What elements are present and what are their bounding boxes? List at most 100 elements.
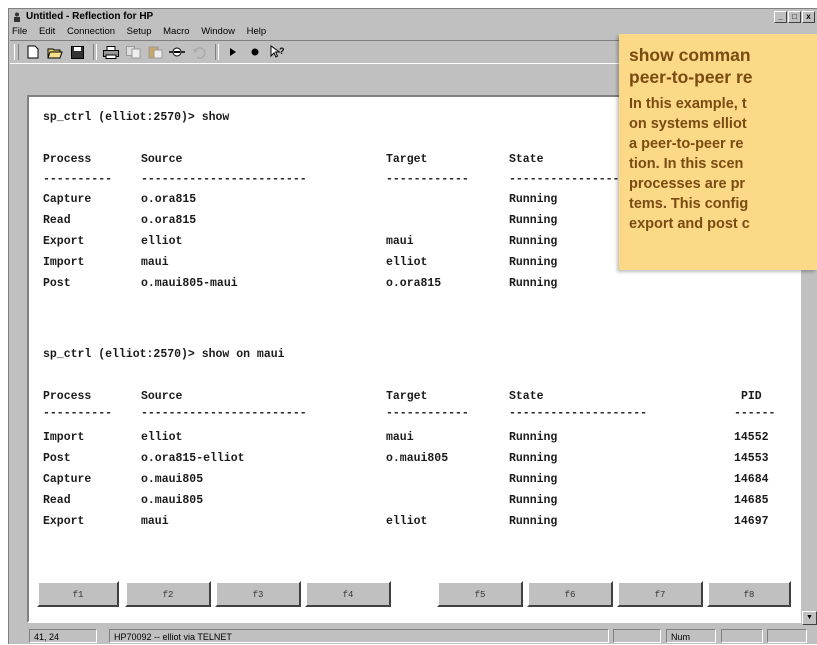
table-row-state: Running xyxy=(509,473,558,486)
header-pid: PID xyxy=(741,390,762,403)
table-row-pid: 14684 xyxy=(734,473,769,486)
f4-key[interactable]: f4 xyxy=(305,581,391,607)
table-row-state: Running xyxy=(509,277,558,290)
f6-key[interactable]: f6 xyxy=(527,581,613,607)
dash-source: ------------------------ xyxy=(141,173,307,186)
table-row-state: Running xyxy=(509,214,558,227)
toolbar-grip[interactable] xyxy=(14,44,19,60)
table-row-process: Post xyxy=(43,452,71,465)
record-icon[interactable] xyxy=(245,42,265,62)
table-row-source: maui xyxy=(141,256,169,269)
table-row-target: o.maui805 xyxy=(386,452,449,465)
dash-target: ------------ xyxy=(386,173,469,186)
connection-status: HP70092 -- elliot via TELNET xyxy=(109,629,609,643)
callout-note: show comman peer-to-peer re In this exam… xyxy=(619,34,817,270)
menu-window[interactable]: Window xyxy=(201,26,235,37)
callout-body-line: on systems elliot xyxy=(629,116,747,132)
header-source: Source xyxy=(141,390,183,403)
table-row-process: Capture xyxy=(43,193,92,206)
menu-setup[interactable]: Setup xyxy=(127,26,152,37)
terminal-prompt: sp_ctrl (elliot:2570)> show xyxy=(43,111,230,124)
toolbar-separator xyxy=(93,44,97,60)
table-row-state: Running xyxy=(509,431,558,444)
header-state: State xyxy=(509,390,544,403)
table-row-pid: 14697 xyxy=(734,515,769,528)
table-row-pid: 14552 xyxy=(734,431,769,444)
paste-icon[interactable] xyxy=(145,42,165,62)
num-lock-indicator: Num xyxy=(666,629,716,643)
f1-key[interactable]: f1 xyxy=(37,581,119,607)
menu-connection[interactable]: Connection xyxy=(67,26,115,37)
callout-body-line: In this example, t xyxy=(629,96,747,112)
close-button[interactable]: x xyxy=(802,11,815,23)
table-row-state: Running xyxy=(509,515,558,528)
table-row-pid: 14553 xyxy=(734,452,769,465)
status-bar: 41, 24 HP70092 -- elliot via TELNET Num xyxy=(9,628,817,645)
terminal-prompt: sp_ctrl (elliot:2570)> show on maui xyxy=(43,348,285,361)
dash-target: ------------ xyxy=(386,407,469,420)
callout-title: show comman peer-to-peer re xyxy=(629,44,817,88)
scroll-down-arrow-icon[interactable]: ▼ xyxy=(802,611,817,625)
table-row-state: Running xyxy=(509,256,558,269)
table-row-target: elliot xyxy=(386,515,428,528)
table-row-process: Import xyxy=(43,256,85,269)
table-row-state: Running xyxy=(509,494,558,507)
menu-bar: File Edit Connection Setup Macro Window … xyxy=(10,25,275,38)
header-state: State xyxy=(509,153,544,166)
table-row-state: Running xyxy=(509,193,558,206)
header-source: Source xyxy=(141,153,183,166)
function-key-bar: f1 f2 f3 f4 f5 f6 f7 f8 xyxy=(37,581,792,611)
dash-state: -------------------- xyxy=(509,407,648,420)
status-empty-cell xyxy=(613,629,661,643)
table-row-state: Running xyxy=(509,235,558,248)
menu-edit[interactable]: Edit xyxy=(39,26,55,37)
table-row-target: maui xyxy=(386,431,414,444)
save-icon[interactable] xyxy=(67,42,87,62)
callout-body-line: tems. This config xyxy=(629,196,749,212)
f2-key[interactable]: f2 xyxy=(125,581,211,607)
table-row-source: o.maui805-maui xyxy=(141,277,238,290)
menu-help[interactable]: Help xyxy=(247,26,267,37)
callout-title-line: show comman xyxy=(629,45,751,65)
play-icon[interactable] xyxy=(223,42,243,62)
table-row-process: Export xyxy=(43,235,85,248)
table-row-process: Export xyxy=(43,515,85,528)
callout-title-line: peer-to-peer re xyxy=(629,67,753,87)
f5-key[interactable]: f5 xyxy=(437,581,523,607)
copy-icon[interactable] xyxy=(123,42,143,62)
new-icon[interactable] xyxy=(23,42,43,62)
table-row-target: maui xyxy=(386,235,414,248)
f7-key[interactable]: f7 xyxy=(617,581,703,607)
f8-key[interactable]: f8 xyxy=(707,581,791,607)
table-row-source: o.ora815-elliot xyxy=(141,452,245,465)
maximize-button[interactable]: □ xyxy=(788,11,801,23)
dash-source: ------------------------ xyxy=(141,407,307,420)
table-row-process: Post xyxy=(43,277,71,290)
table-row-source: maui xyxy=(141,515,169,528)
connect-icon[interactable] xyxy=(167,42,187,62)
callout-body-line: a peer-to-peer re xyxy=(629,136,744,152)
dash-process: ---------- xyxy=(43,173,113,186)
header-process: Process xyxy=(43,153,92,166)
menu-macro[interactable]: Macro xyxy=(163,26,189,37)
table-row-process: Import xyxy=(43,431,85,444)
title-bar[interactable]: Untitled - Reflection for HP _ □ x xyxy=(10,10,817,24)
callout-body: In this example, t on systems elliot a p… xyxy=(629,94,817,234)
dash-pid: ------ xyxy=(734,407,776,420)
print-icon[interactable] xyxy=(101,42,121,62)
open-icon[interactable] xyxy=(45,42,65,62)
f3-key[interactable]: f3 xyxy=(215,581,301,607)
table-row-state: Running xyxy=(509,452,558,465)
table-row-source: o.ora815 xyxy=(141,214,197,227)
status-empty-cell xyxy=(721,629,763,643)
table-row-source: elliot xyxy=(141,235,183,248)
status-empty-cell xyxy=(767,629,807,643)
menu-file[interactable]: File xyxy=(12,26,27,37)
callout-body-line: tion. In this scen xyxy=(629,156,744,172)
table-row-source: elliot xyxy=(141,431,183,444)
minimize-button[interactable]: _ xyxy=(774,11,787,23)
help-pointer-icon[interactable]: ? xyxy=(267,42,287,62)
app-icon xyxy=(14,12,20,22)
table-row-process: Read xyxy=(43,214,71,227)
undo-icon[interactable] xyxy=(189,42,209,62)
